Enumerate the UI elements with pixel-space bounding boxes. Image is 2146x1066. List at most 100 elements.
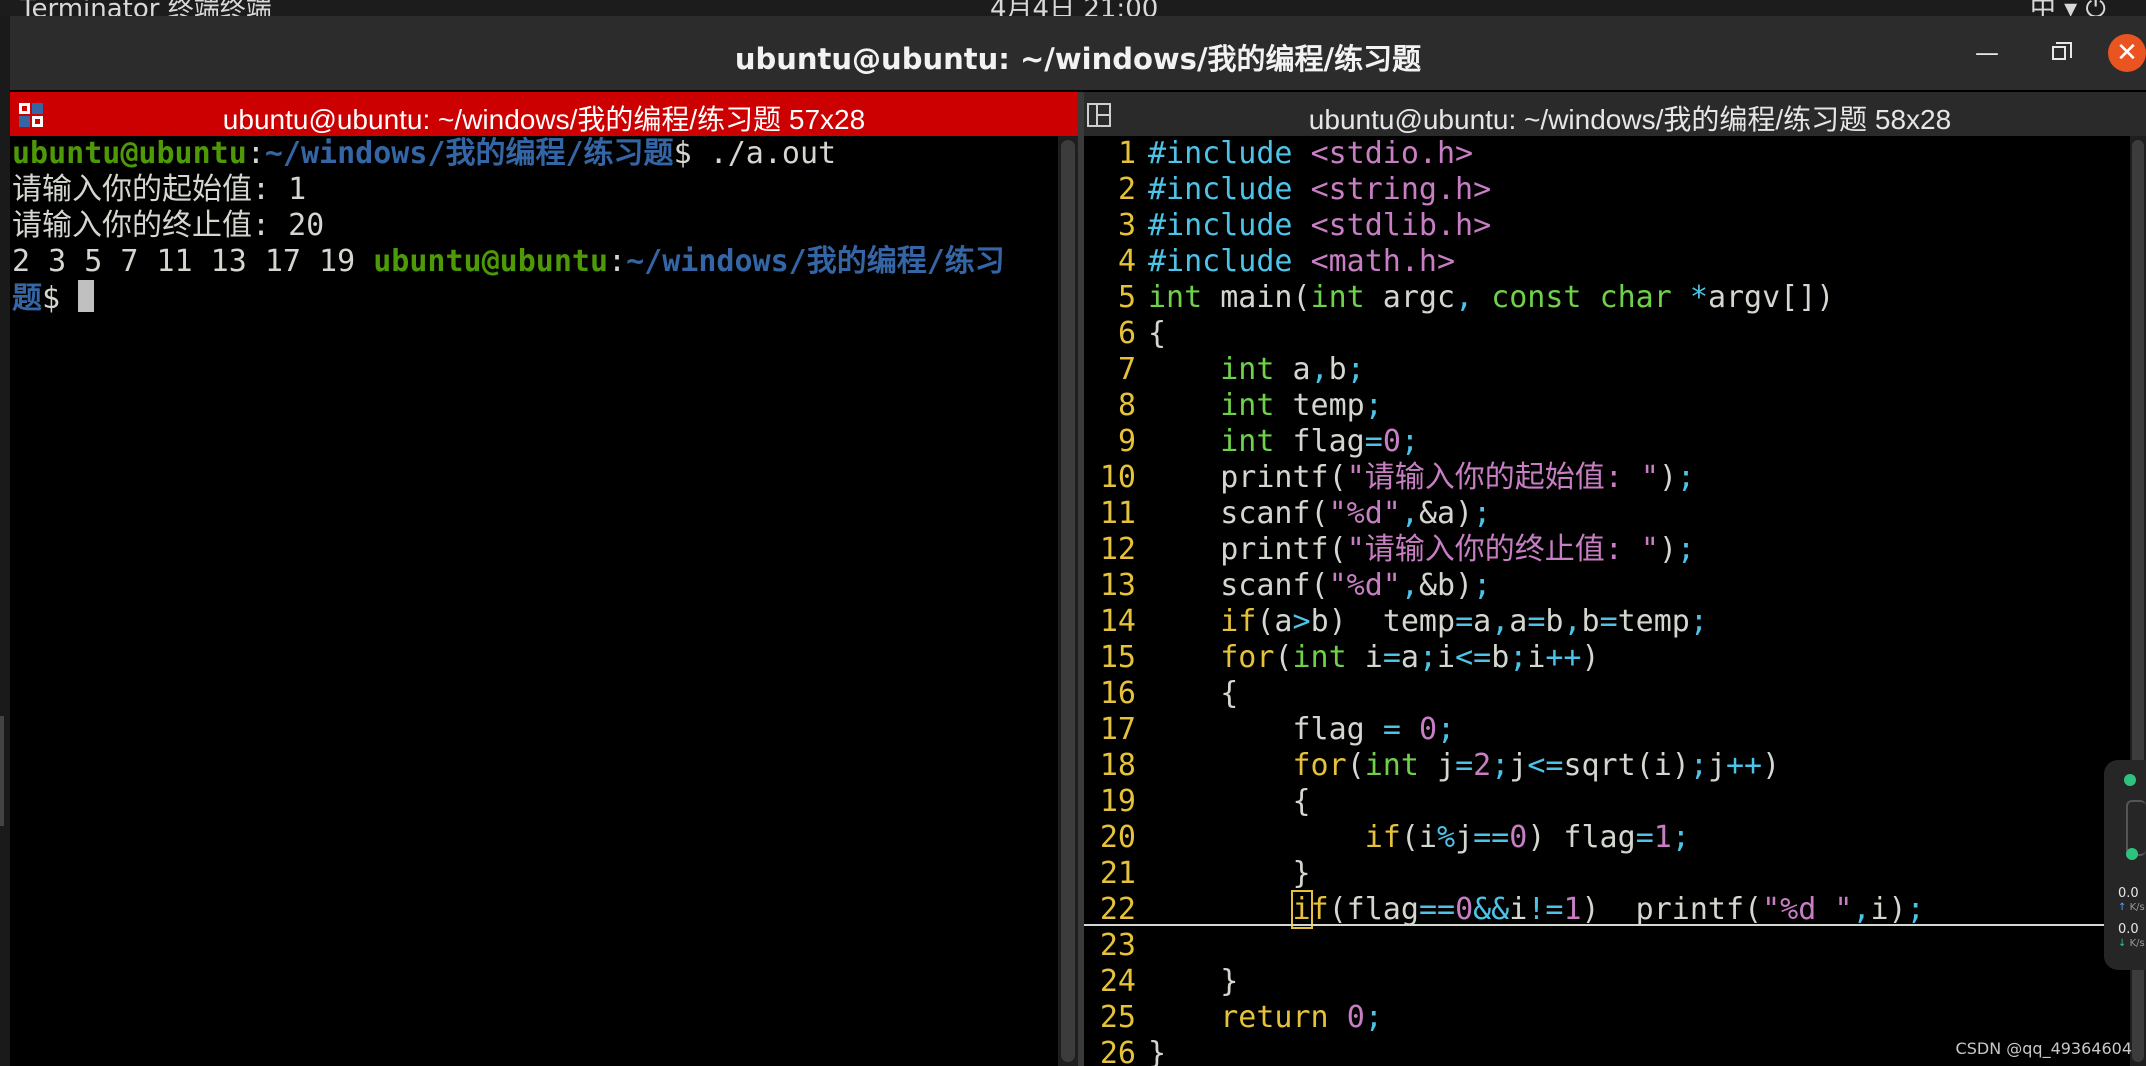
terminator-grid-icon[interactable] [1086, 102, 1112, 128]
code-token: ) [1762, 748, 1781, 783]
download-speed: 0.0 [2118, 922, 2139, 937]
code-token: ; [1906, 892, 1925, 927]
close-button[interactable]: ✕ [2108, 34, 2146, 72]
code-token: flag [1148, 712, 1383, 747]
code-lines: 1 #include <stdio.h> 2 #include <string.h> 3… [1084, 136, 2130, 1066]
code-line: 14 if(a>b) temp=a,a=b,b=temp; [1084, 604, 2130, 640]
code-token: i) [1870, 892, 1907, 927]
line-number: 12 [1099, 532, 1136, 567]
code-token: 0 [1382, 424, 1401, 459]
code-token: = [1527, 604, 1546, 639]
code-token: int [1364, 748, 1419, 783]
code-token: ( [1274, 640, 1293, 675]
code-token: && [1473, 892, 1510, 927]
code-token: b [1328, 352, 1347, 387]
code-token: 0 [1509, 820, 1528, 855]
code-line: 13 scanf("%d",&b); [1084, 568, 2130, 604]
line-number: 15 [1099, 640, 1136, 675]
line-number: 24 [1099, 964, 1136, 999]
code-token: #include [1148, 136, 1311, 171]
left-scrollbar-thumb[interactable] [1061, 140, 1075, 1062]
code-token: for [1220, 640, 1275, 675]
code-token: int [1220, 388, 1275, 423]
code-token: ; [1346, 352, 1365, 387]
restore-icon [2052, 42, 2072, 60]
prompt-user: ubuntu@ubuntu [12, 136, 247, 171]
right-pane-title: ubuntu@ubuntu: ~/windows/我的编程/练习题 58x28 [1308, 104, 1952, 135]
terminal-line: 题$ [12, 280, 1058, 316]
code-token: a [1400, 640, 1419, 675]
program-output: 2 3 5 7 11 13 17 19 [12, 244, 374, 279]
code-token: for [1292, 748, 1347, 783]
code-token: &b) [1418, 568, 1474, 603]
minimize-button[interactable]: — [1970, 36, 2004, 70]
left-terminal-output[interactable]: ubuntu@ubuntu:~/windows/我的编程/练习题$ ./a.ou… [10, 136, 1058, 1066]
code-line: 12 printf("请输入你的终止值: "); [1084, 532, 2130, 568]
code-line: 7 int a,b; [1084, 352, 2130, 388]
code-token: { [1148, 676, 1239, 711]
upload-unit: K/s [2129, 902, 2145, 913]
left-pane-titlebar[interactable]: ubuntu@ubuntu: ~/windows/我的编程/练习题 57x28 [10, 92, 1078, 136]
code-token: ; [1689, 604, 1708, 639]
code-line: 24 } [1084, 964, 2130, 1000]
code-token: ; [1509, 640, 1528, 675]
maximize-button[interactable] [2042, 36, 2076, 70]
prompt-separator: : [608, 244, 627, 279]
network-speed-widget[interactable]: 0.0 ↑ K/s 0.0 ↓ K/s [2104, 760, 2146, 970]
code-line: 8 int temp; [1084, 388, 2130, 424]
code-token: % [1437, 820, 1456, 855]
code-line: 11 scanf("%d",&a); [1084, 496, 2130, 532]
code-token: , [1563, 604, 1582, 639]
code-line: 23 [1084, 928, 2130, 964]
code-token: ; [1364, 388, 1383, 423]
activity-label[interactable]: Terminator 终端终端 [20, 0, 272, 16]
system-tray[interactable]: 中 ▾ ⏻ [2030, 0, 2106, 16]
status-dot-icon [2124, 774, 2136, 786]
line-number: 1 [1117, 136, 1136, 171]
code-line: 16 { [1084, 676, 2130, 712]
code-token: printf( [1148, 460, 1347, 495]
line-number: 25 [1099, 1000, 1136, 1035]
left-scrollbar[interactable] [1058, 136, 1078, 1066]
clock[interactable]: 4月4日 21:00 [990, 0, 1158, 16]
code-line: 4 #include <math.h> [1084, 244, 2130, 280]
code-token: ) flag [1527, 820, 1636, 855]
code-token: j [1707, 748, 1726, 783]
line-number: 10 [1099, 460, 1136, 495]
code-token: i [1346, 640, 1383, 675]
code-token: 1 [1653, 820, 1672, 855]
code-token: char [1599, 280, 1672, 315]
code-token: <stdio.h> [1310, 136, 1474, 171]
code-token: == [1418, 892, 1456, 927]
code-token: } [1148, 856, 1311, 891]
right-terminal-vim-editor[interactable]: 1 #include <stdio.h> 2 #include <string.h> 3… [1084, 136, 2130, 1066]
code-token: return [1220, 1000, 1329, 1035]
line-number: 16 [1099, 676, 1136, 711]
code-token: ; [1671, 820, 1690, 855]
code-token: } [1148, 964, 1239, 999]
code-token: ++ [1545, 640, 1582, 675]
code-token: ; [1473, 568, 1492, 603]
right-pane-titlebar[interactable]: ubuntu@ubuntu: ~/windows/我的编程/练习题 58x28 [1084, 92, 2146, 136]
code-line: 2 #include <string.h> [1084, 172, 2130, 208]
code-line: 15 for(int i=a;i<=b;i++) [1084, 640, 2130, 676]
download-unit: K/s [2129, 938, 2145, 949]
code-token: ) [1581, 640, 1600, 675]
window-titlebar[interactable]: ubuntu@ubuntu: ~/windows/我的编程/练习题 — ✕ [10, 16, 2146, 90]
code-token: ; [1400, 424, 1419, 459]
code-token: j [1509, 748, 1528, 783]
dock-edge [0, 16, 10, 1066]
line-number: 22 [1099, 892, 1136, 927]
code-token: sqrt(i) [1563, 748, 1690, 783]
code-token: printf( [1148, 532, 1347, 567]
code-token: argc [1364, 280, 1456, 315]
code-token: { [1148, 784, 1311, 819]
window-title: ubuntu@ubuntu: ~/windows/我的编程/练习题 [734, 42, 1422, 76]
dock-indicator [0, 716, 4, 826]
code-token: ( [1346, 748, 1365, 783]
line-number: 17 [1099, 712, 1136, 747]
code-line: 22 if(flag==0&&i!=1) printf("%d ",i); [1084, 890, 2130, 929]
